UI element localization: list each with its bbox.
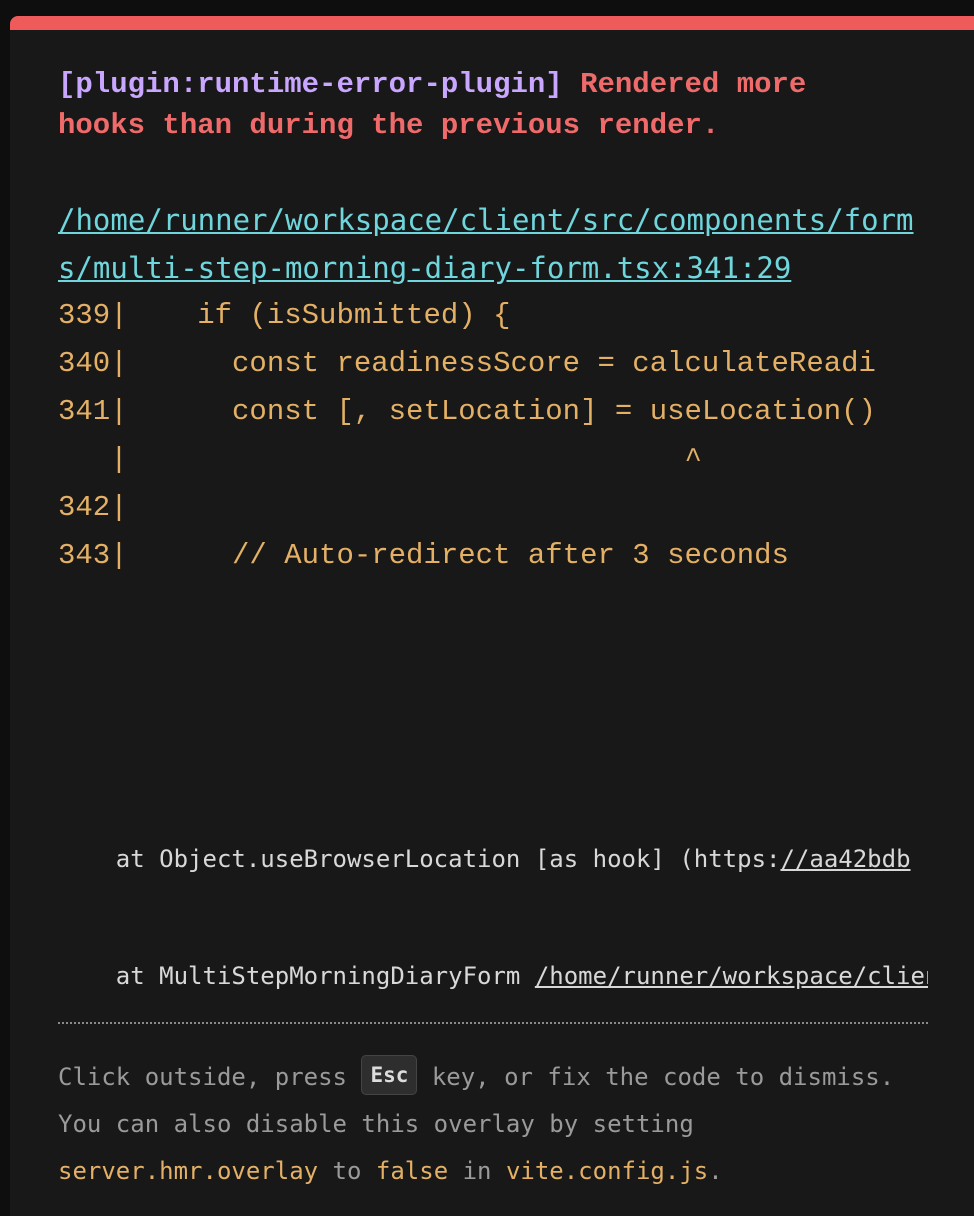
code-line: 342| <box>58 491 128 524</box>
esc-key-badge: Esc <box>361 1055 418 1095</box>
code-pointer-line: | ^ <box>58 443 702 476</box>
code-line: 340| const readinessScore = calculateRea… <box>58 347 876 380</box>
tip-text: in <box>448 1157 506 1185</box>
tip-text: . <box>708 1157 723 1185</box>
code-frame: 339| if (isSubmitted) { 340| const readin… <box>58 292 928 580</box>
stack-frame-text: at MultiStepMorningDiaryForm <box>58 962 535 990</box>
config-file-code: vite.config.js <box>505 1157 709 1185</box>
tip-text: You can also disable this overlay by set… <box>58 1110 694 1138</box>
file-location-link[interactable]: /home/runner/workspace/client/src/compon… <box>58 196 928 292</box>
tip-text: to <box>318 1157 376 1185</box>
code-line: 341| const [, setLocation] = useLocation… <box>58 395 876 428</box>
error-overlay: [plugin:runtime-error-plugin] Rendered m… <box>10 16 974 1216</box>
dismiss-tip: Click outside, press Esc key, or fix the… <box>58 1054 938 1195</box>
config-option-code: server.hmr.overlay <box>58 1157 319 1185</box>
divider <box>58 1022 928 1024</box>
tip-text: Click outside, press <box>58 1063 362 1091</box>
stack-frame-link[interactable]: //aa42bdb <box>780 845 910 873</box>
error-message: [plugin:runtime-error-plugin] Rendered m… <box>58 64 888 146</box>
code-line: 343| // Auto-redirect after 3 seconds <box>58 539 789 572</box>
code-line: 339| if (isSubmitted) { <box>58 299 511 332</box>
stack-frame: at Object.useBrowserLocation [as hook] (… <box>58 844 928 874</box>
plugin-label: [plugin:runtime-error-plugin] <box>58 68 563 101</box>
stack-frame-text: at Object.useBrowserLocation [as hook] (… <box>58 845 781 873</box>
config-value-code: false <box>375 1157 449 1185</box>
stack-frame: at MultiStepMorningDiaryForm /home/runne… <box>58 961 928 991</box>
stack-frame-link[interactable]: /home/runner/workspace/client <box>535 962 928 990</box>
tip-text: key, or fix the code to dismiss. <box>417 1063 895 1091</box>
